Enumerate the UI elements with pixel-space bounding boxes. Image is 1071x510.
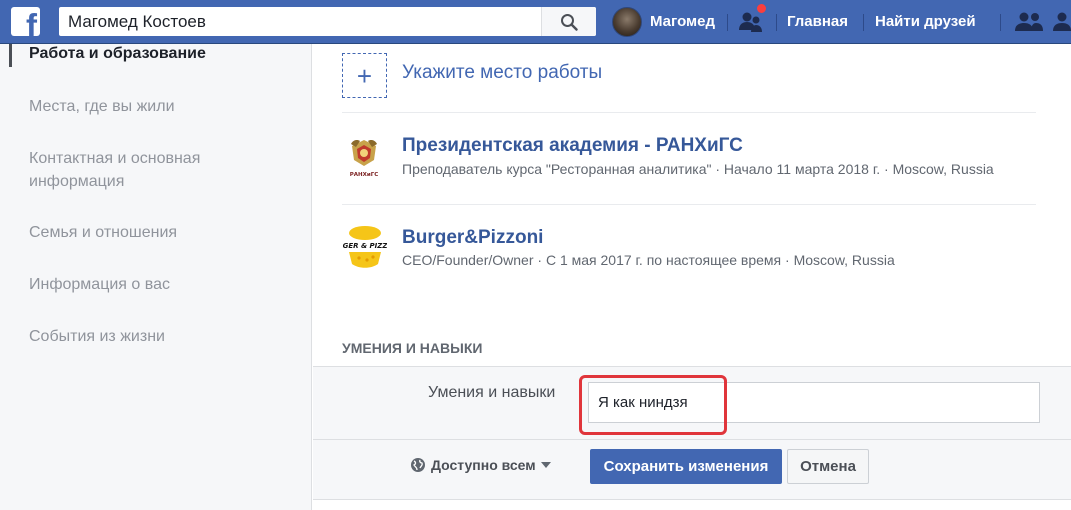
add-workplace-button[interactable]: + [342, 53, 387, 98]
search-box [59, 7, 596, 36]
workplace-details: Преподаватель курса "Ресторанная аналити… [402, 161, 994, 177]
notification-badge [755, 2, 768, 15]
globe-icon [411, 458, 425, 472]
top-navigation-bar: f Магомед Главная Найти друзей [0, 0, 1071, 44]
caret-down-icon [540, 462, 551, 468]
workplace-title[interactable]: Президентская академия - РАНХиГС [402, 135, 743, 157]
friends-icon[interactable] [1014, 10, 1044, 34]
sidebar-item-contact-info[interactable]: Контактная и основная информация [29, 147, 299, 193]
messages-icon[interactable] [1052, 10, 1071, 34]
active-indicator [9, 44, 12, 67]
sidebar-item-details[interactable]: Информация о вас [29, 273, 299, 296]
find-friends-link[interactable]: Найти друзей [875, 13, 976, 30]
sidebar-item-places[interactable]: Места, где вы жили [29, 95, 299, 118]
plus-icon: + [356, 60, 373, 91]
workplace-details: CEO/Founder/Owner · С 1 мая 2017 г. по н… [402, 252, 895, 268]
home-link[interactable]: Главная [787, 13, 848, 30]
search-icon [561, 13, 578, 31]
ranepa-emblem-icon[interactable]: РАНХиГС [342, 136, 386, 180]
skills-section-title: УМЕНИЯ И НАВЫКИ [342, 340, 483, 356]
divider [313, 439, 1071, 440]
nav-divider [776, 14, 777, 31]
add-workplace-link[interactable]: Укажите место работы [402, 62, 602, 84]
profile-link[interactable]: Магомед [650, 13, 715, 30]
divider [342, 112, 1036, 113]
sidebar-item-family[interactable]: Семья и отношения [29, 221, 299, 244]
skills-input[interactable] [588, 382, 1040, 423]
privacy-label: Доступно всем [431, 457, 536, 473]
divider [342, 204, 1036, 205]
sidebar-item-life-events[interactable]: События из жизни [29, 325, 299, 348]
privacy-selector[interactable]: Доступно всем [410, 457, 551, 473]
burger-pizzoni-logo-caption: GER & PIZZ [343, 242, 387, 250]
nav-divider [1000, 14, 1001, 31]
facebook-logo-glyph: f [26, 7, 37, 36]
burger-pizzoni-logo-icon[interactable]: GER & PIZZ [343, 224, 387, 268]
facebook-logo-icon[interactable]: f [11, 7, 40, 36]
nav-divider [863, 14, 864, 31]
search-button[interactable] [541, 7, 596, 36]
about-sidebar: Работа и образование Места, где вы жили … [0, 44, 312, 510]
save-changes-button[interactable]: Сохранить изменения [590, 449, 782, 484]
user-avatar[interactable] [612, 7, 642, 37]
skills-field-label: Умения и навыки [428, 384, 556, 401]
ranepa-logo-caption: РАНХиГС [350, 172, 379, 178]
cancel-button[interactable]: Отмена [787, 449, 869, 484]
search-input[interactable] [59, 7, 541, 36]
nav-divider [727, 14, 728, 31]
work-education-panel: + Укажите место работы РАНХиГС Президент… [313, 44, 1071, 510]
workplace-title[interactable]: Burger&Pizzoni [402, 227, 543, 249]
skills-edit-panel: Умения и навыки Доступно всем Сохранить … [313, 366, 1071, 500]
sidebar-item-work-education[interactable]: Работа и образование [29, 42, 299, 65]
